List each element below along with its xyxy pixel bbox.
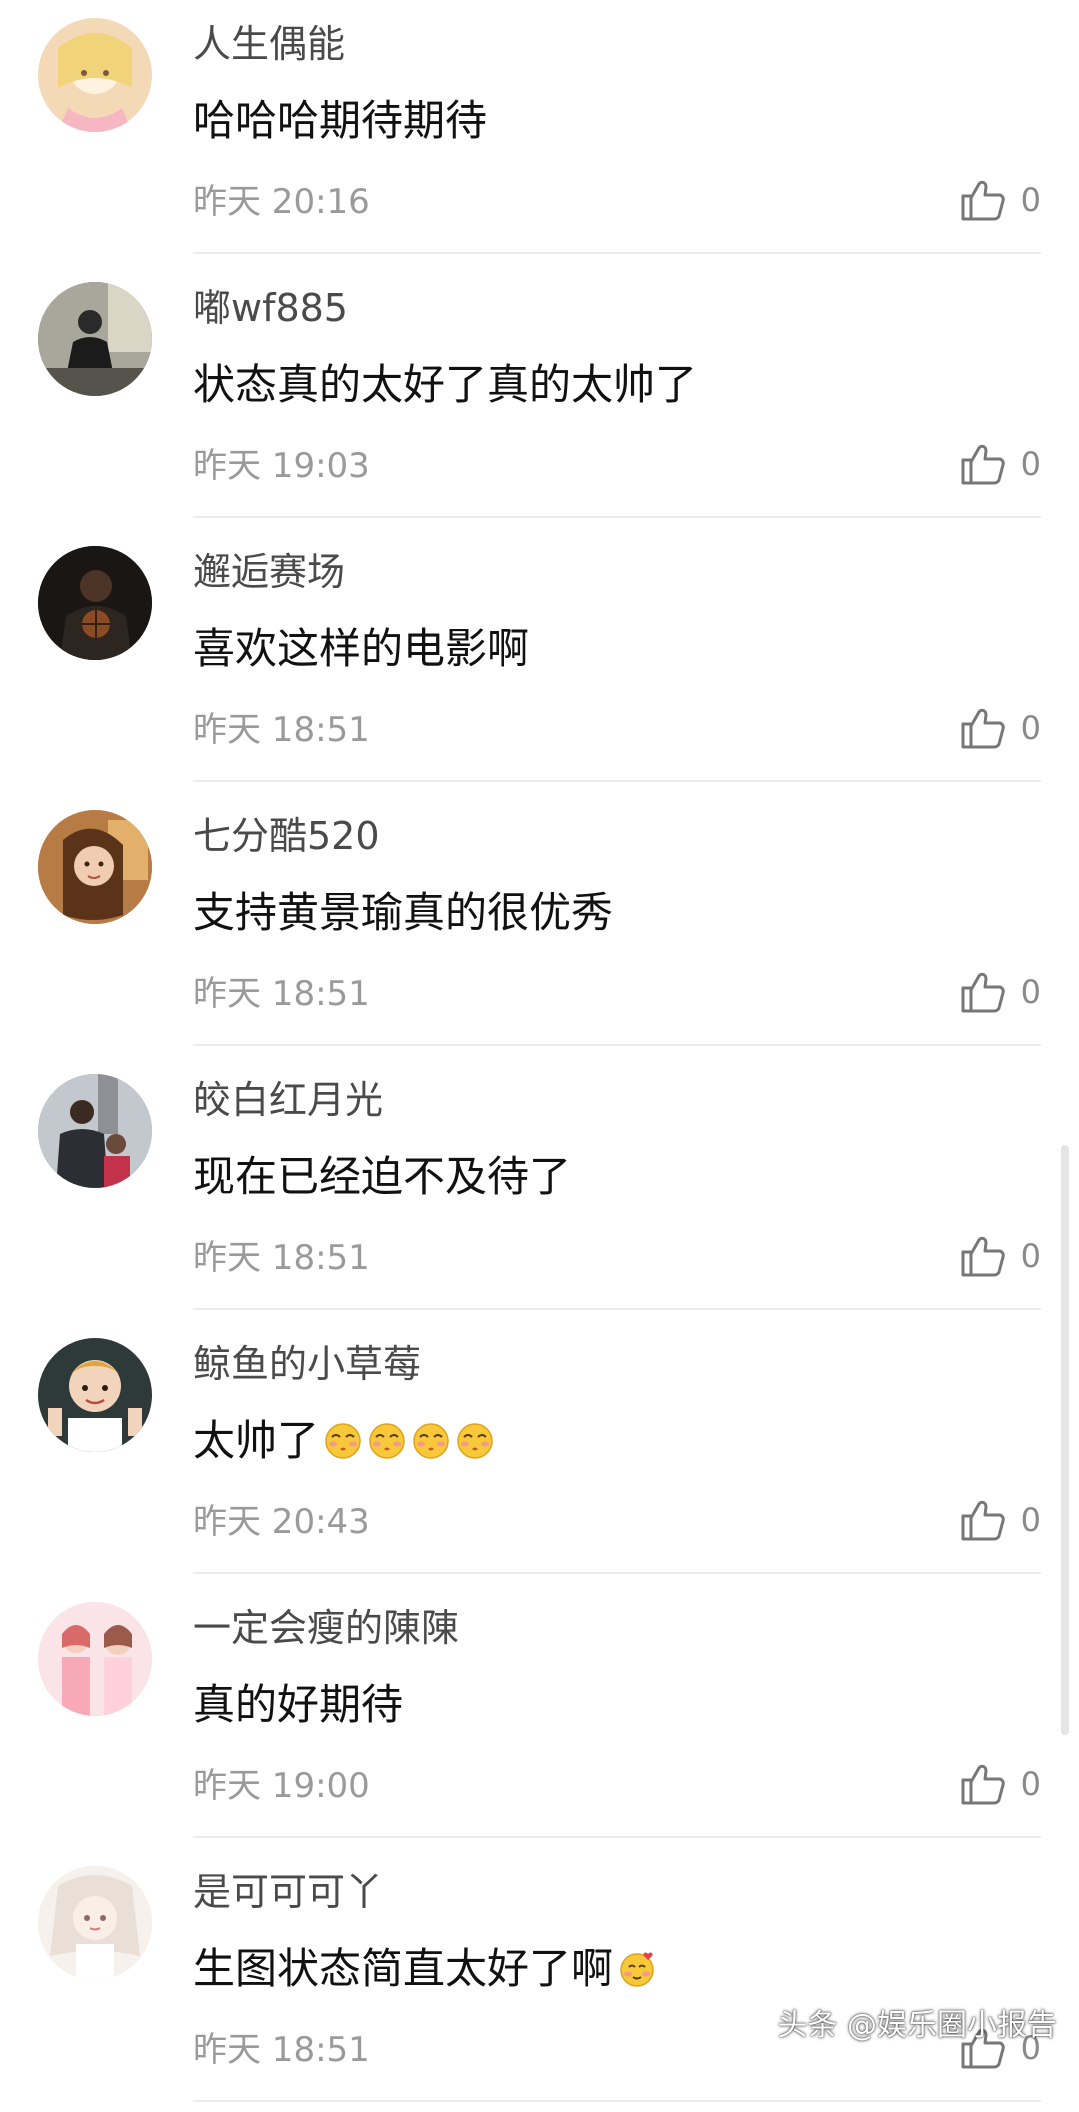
like-button[interactable]: 0 — [959, 438, 1041, 490]
comment-time: 昨天 20:16 — [193, 182, 370, 222]
comment-username[interactable]: 一定会瘦的陳陳 — [193, 1604, 459, 1652]
divider — [193, 516, 1041, 518]
like-button[interactable]: 0 — [959, 1494, 1041, 1546]
like-count: 0 — [1020, 973, 1041, 1011]
like-button[interactable]: 0 — [959, 966, 1041, 1018]
comment-text: 状态真的太好了真的太帅了 — [193, 358, 697, 412]
avatar[interactable] — [38, 1338, 152, 1452]
avatar[interactable] — [38, 1602, 152, 1716]
comment-text-body: 现在已经迫不及待了 — [193, 1152, 572, 1201]
comment-username[interactable]: 是可可可丫 — [193, 1868, 383, 1916]
comment-username[interactable]: 皎白红月光 — [193, 1076, 383, 1124]
comment-text-body: 真的好期待 — [193, 1680, 404, 1729]
like-button[interactable]: 0 — [959, 1230, 1041, 1282]
thumbs-up-icon — [959, 704, 1007, 752]
comment-text-body: 哈哈哈期待期待 — [193, 96, 488, 145]
comment-text: 哈哈哈期待期待 — [193, 94, 487, 148]
comment-username[interactable]: 邂逅赛场 — [193, 548, 345, 596]
comment-item: 是可可可丫 生图状态简直太好了啊 昨天 18:51 0 — [0, 1848, 1079, 2112]
like-count: 0 — [1020, 445, 1041, 483]
thumbs-up-icon — [959, 1760, 1007, 1808]
comment-username[interactable]: 嘟wf885 — [193, 284, 348, 332]
comment-item: 一定会瘦的陳陳 真的好期待昨天 19:00 0 — [0, 1584, 1079, 1848]
divider — [193, 1572, 1041, 1574]
comment-time: 昨天 19:00 — [193, 1766, 370, 1806]
comment-text-body: 喜欢这样的电影啊 — [193, 624, 530, 673]
scrollbar[interactable] — [1061, 1145, 1069, 1735]
divider — [193, 252, 1041, 254]
comment-text: 生图状态简直太好了啊 — [193, 1942, 657, 1996]
comment-time: 昨天 19:03 — [193, 446, 370, 486]
comment-time: 昨天 20:43 — [193, 1502, 370, 1542]
thumbs-up-icon — [959, 1232, 1007, 1280]
comment-item: 嘟wf885 状态真的太好了真的太帅了昨天 19:03 0 — [0, 264, 1079, 528]
thumbs-up-icon — [959, 1496, 1007, 1544]
avatar[interactable] — [38, 282, 152, 396]
avatar[interactable] — [38, 1074, 152, 1188]
divider — [193, 1836, 1041, 1838]
like-button[interactable]: 0 — [959, 702, 1041, 754]
comment-text: 现在已经迫不及待了 — [193, 1150, 571, 1204]
comment-time: 昨天 18:51 — [193, 710, 370, 750]
thumbs-up-icon — [959, 176, 1007, 224]
comment-text-body: 太帅了 — [193, 1416, 320, 1465]
divider — [193, 780, 1041, 782]
comment-time: 昨天 18:51 — [193, 974, 370, 1014]
comment-text-body: 支持黄景瑜真的很优秀 — [193, 888, 614, 937]
avatar[interactable] — [38, 1866, 152, 1980]
divider — [193, 1044, 1041, 1046]
thumbs-up-icon — [959, 440, 1007, 488]
comment-text: 支持黄景瑜真的很优秀 — [193, 886, 613, 940]
avatar[interactable] — [38, 18, 152, 132]
comment-text: 喜欢这样的电影啊 — [193, 622, 529, 676]
like-count: 0 — [1020, 181, 1041, 219]
comment-item: 鲸鱼的小草莓 太帅了昨天 20:43 0 — [0, 1320, 1079, 1584]
kiss-emoji-icon — [457, 1423, 493, 1459]
comment-text: 太帅了 — [193, 1414, 495, 1468]
comment-item: 七分酷520 支持黄景瑜真的很优秀昨天 18:51 0 — [0, 792, 1079, 1056]
comment-username[interactable]: 人生偶能 — [193, 20, 345, 68]
avatar[interactable] — [38, 546, 152, 660]
like-count: 0 — [1020, 1765, 1041, 1803]
divider — [193, 1308, 1041, 1310]
comment-list: 人生偶能 哈哈哈期待期待 昨天 20:16 0 嘟wf885 状态真的太好了真的太帅了 昨天… — [0, 0, 1079, 2112]
watermark: 头条 @娱乐圈小报告 — [777, 2008, 1057, 2043]
comment-username[interactable]: 七分酷520 — [193, 812, 380, 860]
like-count: 0 — [1020, 1237, 1041, 1275]
comment-time: 昨天 18:51 — [193, 1238, 370, 1278]
comment-item: 邂逅赛场喜欢这样的电影啊昨天 18:51 0 — [0, 528, 1079, 792]
kiss-emoji-icon — [413, 1423, 449, 1459]
comment-time: 昨天 18:51 — [193, 2030, 370, 2070]
thumbs-up-icon — [959, 968, 1007, 1016]
like-count: 0 — [1020, 1501, 1041, 1539]
comment-text-body: 状态真的太好了真的太帅了 — [193, 360, 698, 409]
blushing-emoji-icon — [620, 1952, 654, 1987]
kiss-emoji-icon — [325, 1423, 361, 1459]
like-count: 0 — [1020, 709, 1041, 747]
kiss-emoji-icon — [369, 1423, 405, 1459]
comment-username[interactable]: 鲸鱼的小草莓 — [193, 1340, 421, 1388]
like-button[interactable]: 0 — [959, 174, 1041, 226]
avatar[interactable] — [38, 810, 152, 924]
comment-text: 真的好期待 — [193, 1678, 403, 1732]
divider — [193, 2100, 1041, 2102]
like-button[interactable]: 0 — [959, 1758, 1041, 1810]
comment-text-body: 生图状态简直太好了啊 — [193, 1944, 614, 1993]
comment-item: 皎白红月光现在已经迫不及待了昨天 18:51 0 — [0, 1056, 1079, 1320]
comment-item: 人生偶能哈哈哈期待期待昨天 20:16 0 — [0, 0, 1079, 264]
